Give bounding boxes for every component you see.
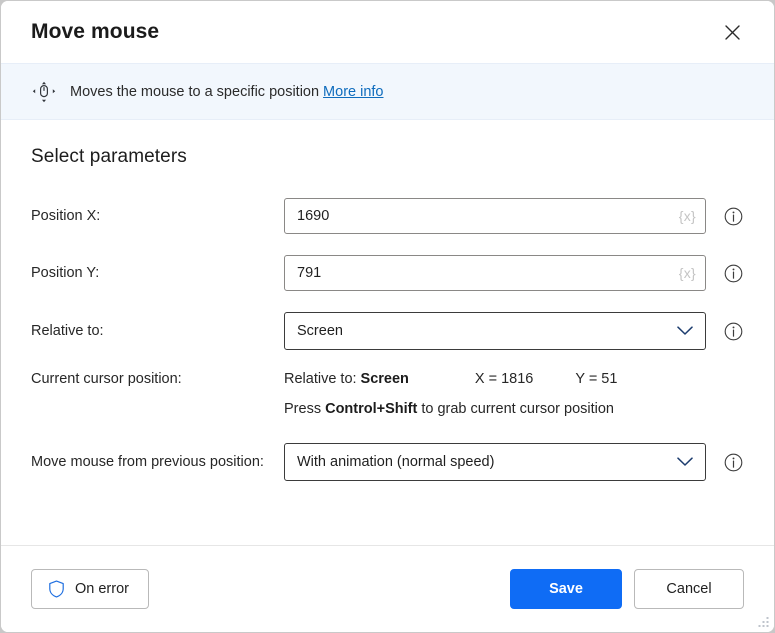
field-wrap-position-x: {x} — [284, 198, 706, 234]
label-position-y: Position Y: — [31, 265, 100, 281]
shield-glyph — [49, 580, 64, 598]
field-wrap-relative-to: Screen — [284, 312, 706, 350]
dialog-titlebar: Move mouse — [1, 1, 774, 63]
move-mode-dropdown[interactable]: With animation (normal speed) — [284, 443, 706, 481]
description-text: Moves the mouse to a specific position — [70, 83, 320, 100]
grab-position-hint: Press Control+Shift to grab current curs… — [284, 391, 614, 417]
move-mode-value: With animation (normal speed) — [297, 454, 495, 470]
chevron-down-icon — [677, 326, 693, 336]
info-icon-position-y[interactable] — [723, 263, 743, 283]
field-row-relative-to: Relative to: Screen — [31, 312, 744, 350]
info-glyph — [724, 264, 742, 282]
hint-suffix: to grab current cursor position — [417, 401, 614, 417]
more-info-link[interactable]: More info — [323, 84, 383, 100]
current-cursor-position-row: Current cursor position: Relative to: Sc… — [31, 371, 744, 387]
close-icon[interactable] — [712, 12, 752, 52]
cursor-relative-to-label: Relative to: — [284, 371, 357, 387]
resize-grip-glyph — [758, 617, 769, 627]
field-row-move-mode: Move mouse from previous position: With … — [31, 443, 744, 481]
cancel-button[interactable]: Cancel — [634, 569, 744, 609]
hint-prefix: Press — [284, 401, 326, 417]
info-icon-relative-to[interactable] — [723, 321, 743, 341]
cursor-relative-to-value: Screen — [360, 371, 409, 387]
move-mouse-dialog: Move mouse Moves the mouse to a specific… — [0, 0, 775, 633]
field-wrap-position-y: {x} — [284, 255, 706, 291]
shield-icon — [48, 580, 65, 598]
parameters-panel: Select parameters Position X: {x} Positi… — [1, 120, 774, 545]
info-glyph — [724, 322, 742, 340]
move-mouse-icon — [31, 80, 57, 104]
cursor-x-value: X = 1816 — [474, 371, 534, 387]
info-icon-move-mode[interactable] — [723, 452, 743, 472]
info-glyph — [724, 207, 742, 225]
info-icon-position-x[interactable] — [723, 206, 743, 226]
description-bar: Moves the mouse to a specific position M… — [1, 63, 774, 120]
chevron-down-icon — [677, 457, 693, 467]
hint-spacer — [31, 391, 284, 417]
resize-grip[interactable] — [757, 616, 770, 629]
grab-position-hint-row: Press Control+Shift to grab current curs… — [31, 391, 744, 417]
on-error-label: On error — [75, 581, 129, 597]
label-move-mode: Move mouse from previous position: — [31, 454, 264, 470]
position-x-input[interactable] — [284, 198, 706, 234]
current-cursor-values: Relative to: Screen X = 1816 Y = 51 — [284, 371, 617, 387]
chevron-glyph — [677, 457, 693, 466]
label-position-x: Position X: — [31, 208, 101, 224]
move-mouse-glyph — [32, 81, 56, 102]
on-error-button[interactable]: On error — [31, 569, 149, 609]
cursor-y-value: Y = 51 — [575, 371, 618, 387]
field-row-position-y: Position Y: {x} — [31, 255, 744, 291]
dialog-footer: On error Save Cancel — [1, 545, 774, 632]
close-glyph — [724, 24, 740, 40]
dialog-title: Move mouse — [31, 20, 160, 43]
field-row-position-x: Position X: {x} — [31, 198, 744, 234]
hint-shortcut-keys: Control+Shift — [325, 401, 418, 417]
chevron-glyph — [677, 326, 693, 335]
section-title: Select parameters — [31, 146, 187, 167]
position-y-input[interactable] — [284, 255, 706, 291]
label-current-cursor-position: Current cursor position: — [31, 371, 182, 387]
relative-to-dropdown[interactable]: Screen — [284, 312, 706, 350]
info-glyph — [724, 453, 742, 471]
relative-to-value: Screen — [297, 323, 343, 339]
label-relative-to: Relative to: — [31, 323, 104, 339]
field-wrap-move-mode: With animation (normal speed) — [284, 443, 706, 481]
save-button[interactable]: Save — [510, 569, 622, 609]
